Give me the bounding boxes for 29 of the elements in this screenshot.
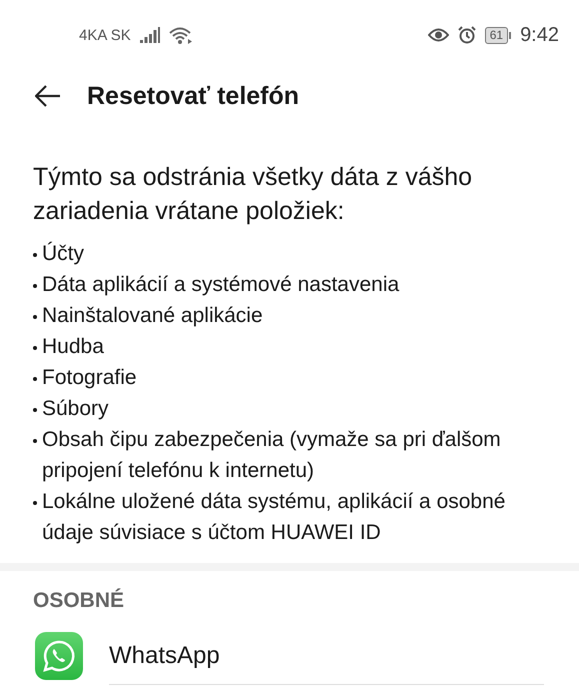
list-item: Súbory: [42, 396, 109, 422]
bullet-icon: [33, 439, 37, 443]
wifi-icon: [168, 26, 193, 44]
list-item: Nainštalované aplikácie: [42, 303, 263, 329]
battery-icon: 61: [484, 26, 512, 44]
alarm-icon: [458, 26, 476, 44]
clock-time: 9:42: [520, 24, 559, 46]
list-item: Hudba: [42, 334, 104, 360]
chat-app-icon[interactable]: [35, 632, 83, 680]
bullet-icon: [33, 346, 37, 350]
section-title: OSOBNÉ: [32, 587, 126, 614]
list-item: Fotografie: [42, 365, 137, 391]
back-arrow-icon[interactable]: [35, 85, 61, 107]
list-item: Účty: [42, 240, 84, 267]
list-item: Dáta aplikácií a systémové nastavenia: [42, 272, 400, 298]
bullet-icon: [33, 253, 37, 257]
bullet-icon: [33, 284, 37, 288]
app-name[interactable]: WhatsApp: [109, 627, 544, 685]
bullet-icon: [33, 315, 37, 319]
list-item: Lokálne uložené dáta systému, aplikácií a osobné údaje súvisiace s účtom HUAWEI ID: [42, 489, 506, 546]
page-title: Resetovať telefón: [87, 82, 300, 110]
eye-icon: [428, 28, 449, 42]
list-item: Obsah čipu zabezpečenia (vymaže sa pri ďalšom pripojení telefónu k internetu): [42, 427, 502, 484]
signal-icon: [140, 27, 160, 43]
bullet-icon: [33, 377, 37, 381]
bullet-icon: [33, 501, 37, 505]
intro-text: Týmto sa odstránia všetky dáta z vášho zariadenia vrátane položiek:: [33, 162, 474, 227]
carrier-name: 4KA SK: [79, 26, 131, 44]
bullet-icon: [33, 408, 37, 412]
